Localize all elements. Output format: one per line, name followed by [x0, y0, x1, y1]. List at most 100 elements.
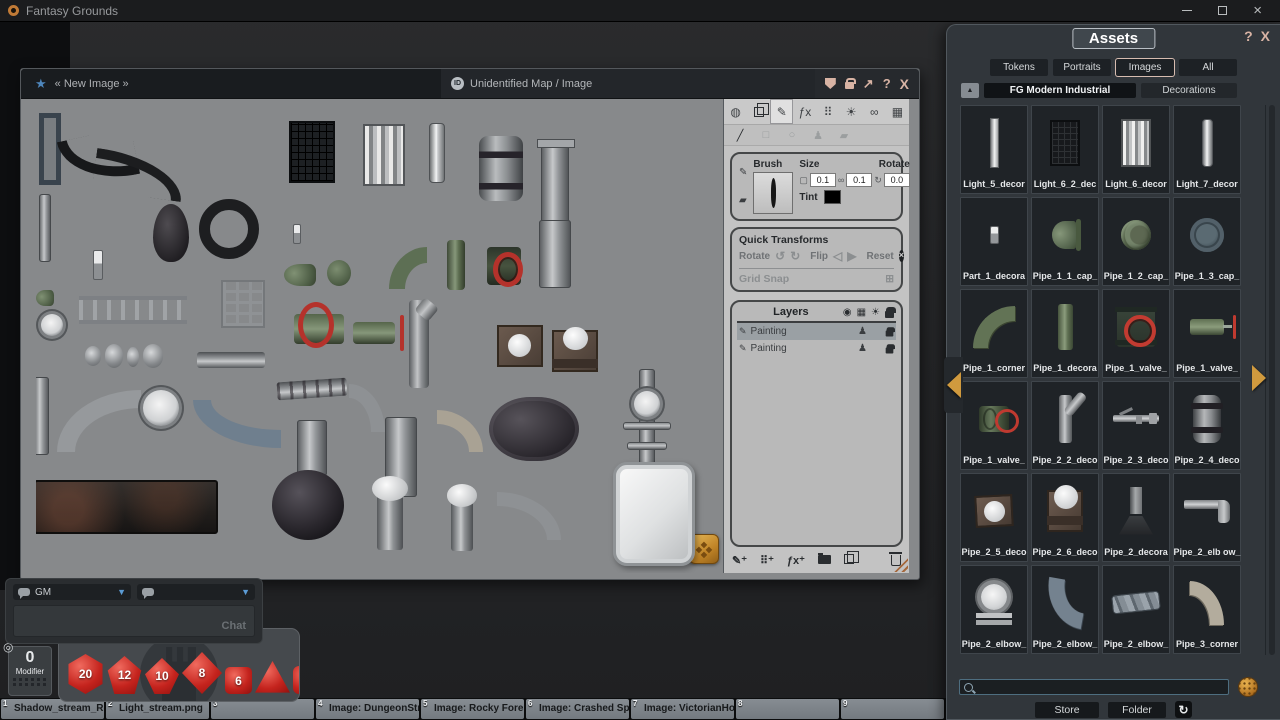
- canvas-asset-ball-pipe[interactable]: [451, 497, 473, 551]
- canvas-asset-knob[interactable]: [105, 344, 123, 368]
- canvas-asset-knob[interactable]: [85, 346, 101, 366]
- layer-mask-icon[interactable]: ♟: [858, 326, 867, 337]
- assets-help-button[interactable]: ?: [1244, 28, 1253, 44]
- sphere-tool-button[interactable]: ◍: [724, 99, 747, 124]
- add-folder-button[interactable]: [818, 555, 831, 567]
- popout-icon[interactable]: ↗: [863, 76, 874, 92]
- window-close-button[interactable]: X: [900, 76, 909, 92]
- rotate-cw-icon[interactable]: ↻: [790, 249, 800, 263]
- die-d12[interactable]: 12: [107, 656, 142, 694]
- expand-right-arrow-icon[interactable]: [1252, 365, 1266, 391]
- asset-card[interactable]: Pipe_2_5_deco: [960, 473, 1028, 562]
- canvas-asset-ring[interactable]: [199, 199, 259, 259]
- canvas-asset-sphere[interactable]: [272, 470, 344, 540]
- canvas-asset-ball-pipe[interactable]: [377, 490, 403, 550]
- canvas-asset-pod[interactable]: [153, 204, 189, 262]
- asset-card[interactable]: Pipe_1_2_cap_: [1102, 197, 1170, 286]
- asset-card[interactable]: Pipe_2_4_deco: [1173, 381, 1241, 470]
- mask-tool-button[interactable]: ∞: [863, 99, 886, 124]
- brush-size-width-input[interactable]: [810, 173, 836, 187]
- brush-rotate-input[interactable]: [884, 173, 910, 187]
- layer-visibility-icon[interactable]: ◉: [843, 307, 852, 318]
- breadcrumb-folder[interactable]: Decorations: [1141, 83, 1237, 98]
- line-draw-button[interactable]: ╱: [728, 125, 752, 145]
- stamp-mode-icon[interactable]: ▰: [739, 195, 747, 206]
- canvas-asset-pipe-v[interactable]: [39, 194, 51, 262]
- canvas-asset-stripes[interactable]: [363, 124, 405, 186]
- asset-card[interactable]: Light_7_decor: [1173, 105, 1241, 194]
- canvas-asset-cap-green[interactable]: [284, 264, 316, 286]
- add-paint-layer-button[interactable]: ✎⁺: [732, 554, 747, 567]
- asset-card[interactable]: Pipe_2_6_deco: [1031, 473, 1099, 562]
- canvas-asset-pipe-green-v[interactable]: [447, 240, 465, 290]
- ellipse-draw-button[interactable]: ○: [780, 125, 804, 145]
- token-grid-tool-button[interactable]: ⠿: [817, 99, 840, 124]
- canvas-asset-pipe-h[interactable]: [197, 352, 265, 368]
- layer-mask-icon[interactable]: ♟: [858, 343, 867, 354]
- duplicate-layer-button[interactable]: [844, 554, 854, 567]
- taskbar-slot[interactable]: 5Image: Rocky Fores: [421, 699, 524, 719]
- asset-card[interactable]: Pipe_2_3_deco: [1102, 381, 1170, 470]
- layer-light-icon[interactable]: ☀: [871, 307, 880, 318]
- canvas-asset-pipe-h-band[interactable]: [276, 378, 347, 401]
- chat-mode-dropdown[interactable]: ▼: [137, 584, 255, 600]
- canvas-asset-elbow-grey-l[interactable]: [57, 390, 141, 452]
- image-canvas[interactable]: ◆: [36, 99, 723, 573]
- layer-unlock-icon[interactable]: [886, 348, 894, 354]
- asset-card[interactable]: Pipe_1_valve_: [1173, 289, 1241, 378]
- assets-tab-images[interactable]: Images: [1116, 59, 1174, 76]
- die-d6[interactable]: 6: [225, 667, 252, 694]
- effects-tool-button[interactable]: ƒx: [793, 99, 816, 124]
- asset-card[interactable]: Light_6_2_dec: [1031, 105, 1099, 194]
- brush-preview[interactable]: [753, 172, 793, 214]
- canvas-asset-valve-top[interactable]: [487, 247, 521, 285]
- canvas-asset-arc-green[interactable]: [389, 247, 427, 289]
- asset-card[interactable]: Pipe_1_1_cap_: [1031, 197, 1099, 286]
- grid-tool-button[interactable]: ▦: [886, 99, 909, 124]
- canvas-asset-scaffold[interactable]: [221, 280, 265, 328]
- die-d4[interactable]: [255, 661, 290, 694]
- restore-button[interactable]: [1218, 6, 1227, 15]
- canvas-asset-pipe-vf[interactable]: [541, 139, 569, 227]
- asset-filter-button[interactable]: [1239, 678, 1257, 696]
- canvas-asset-elbow-grey[interactable]: [497, 492, 561, 540]
- canvas-asset-hose-b[interactable]: [92, 148, 187, 202]
- eraser-button[interactable]: ▰: [832, 125, 856, 145]
- taskbar-slot[interactable]: 6Image: Crashed Spa: [526, 699, 629, 719]
- asset-card[interactable]: Light_5_decor: [960, 105, 1028, 194]
- die-d20[interactable]: 20: [67, 654, 104, 694]
- flip-vertical-icon[interactable]: ▶: [847, 249, 856, 263]
- asset-card[interactable]: Pipe_2_elbow_: [1102, 565, 1170, 654]
- canvas-asset-part[interactable]: [93, 250, 103, 280]
- asset-card[interactable]: Pipe_1_valve_: [960, 381, 1028, 470]
- collapse-panel-tab[interactable]: [944, 357, 963, 413]
- assets-tab-portraits[interactable]: Portraits: [1053, 59, 1111, 76]
- canvas-asset-ladder[interactable]: [79, 296, 187, 324]
- asset-card[interactable]: Pipe_1_corner: [960, 289, 1028, 378]
- asset-card[interactable]: Pipe_1_decora: [1031, 289, 1099, 378]
- chat-input[interactable]: Chat: [13, 605, 255, 637]
- canvas-asset-frame[interactable]: [39, 113, 61, 185]
- assets-tab-all[interactable]: All: [1179, 59, 1237, 76]
- die-dplus[interactable]: +: [293, 666, 300, 694]
- layer-lock-all-icon[interactable]: [885, 311, 894, 318]
- image-tab[interactable]: ★ « New Image »: [21, 69, 441, 98]
- asset-card[interactable]: Pipe_3_corner: [1173, 565, 1241, 654]
- layer-row[interactable]: ✎Painting♟: [737, 323, 896, 340]
- paint-tool-button[interactable]: ✎: [770, 99, 793, 124]
- canvas-asset-flange-top[interactable]: [143, 390, 179, 426]
- close-window-button[interactable]: ×: [1253, 6, 1262, 16]
- minimize-button[interactable]: [1182, 10, 1192, 11]
- flip-horizontal-icon[interactable]: ◁: [833, 249, 842, 263]
- assets-close-button[interactable]: X: [1261, 28, 1270, 44]
- lighting-tool-button[interactable]: ☀: [840, 99, 863, 124]
- folder-button[interactable]: Folder: [1108, 702, 1166, 718]
- canvas-asset-branch[interactable]: [409, 300, 429, 388]
- canvas-asset-flange-h[interactable]: [623, 422, 671, 430]
- brush-mode-icon[interactable]: ✎: [739, 167, 747, 178]
- canvas-asset-tube[interactable]: [429, 123, 445, 183]
- breadcrumb-module[interactable]: FG Modern Industrial: [984, 83, 1136, 98]
- refresh-assets-button[interactable]: ↻: [1175, 701, 1192, 718]
- layer-row[interactable]: ✎Painting♟: [737, 340, 896, 357]
- canvas-asset-box-circle2[interactable]: [552, 330, 598, 372]
